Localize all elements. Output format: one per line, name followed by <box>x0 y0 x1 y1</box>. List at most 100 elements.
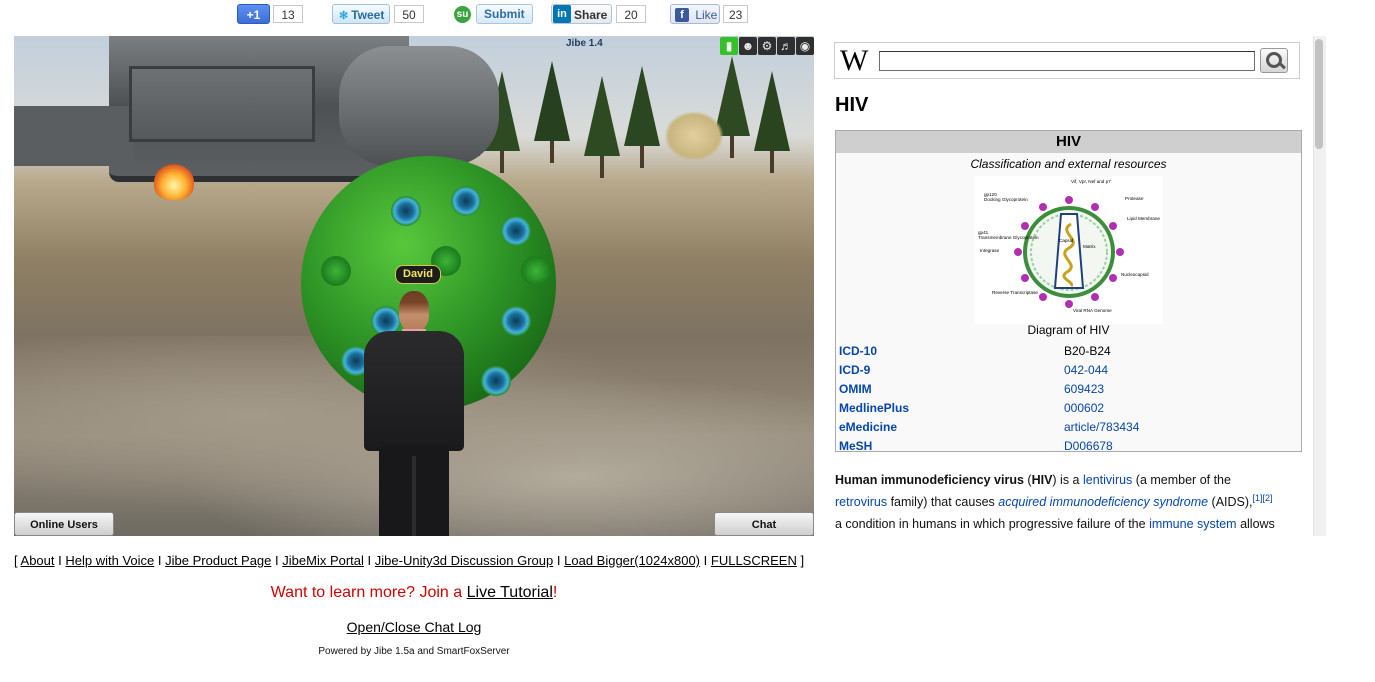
citation-link[interactable]: [1][2] <box>1253 493 1273 503</box>
link-about[interactable]: About <box>21 553 55 568</box>
infobox-value-link[interactable]: 042-044 <box>1064 361 1108 380</box>
avatar-head <box>399 291 429 331</box>
link-jibe-product-page[interactable]: Jibe Product Page <box>165 553 271 568</box>
link-aids[interactable]: acquired immunodeficiency syndrome <box>998 495 1208 509</box>
promo-text: Want to learn more? Join a <box>270 584 467 601</box>
search-icon[interactable] <box>1260 48 1288 73</box>
virus-knob <box>481 366 511 396</box>
para-text: family) that causes <box>887 495 999 509</box>
version-label: Jibe 1.4 <box>566 38 603 49</box>
chat-button[interactable]: Chat <box>714 512 814 536</box>
ship-panel <box>129 66 315 142</box>
social-bar: +1 13 ✻ Tweet 50 su Submit in Share 20 f Li… <box>0 4 800 26</box>
campfire <box>154 164 194 200</box>
para-text: ) is a <box>1052 473 1083 487</box>
tweet-label: Tweet <box>351 8 385 22</box>
linkedin-icon: in <box>553 5 571 23</box>
user-icon[interactable]: ☻ <box>739 37 757 55</box>
hud-toolbar: ▮ ☻ ⚙ ♬ ◉ <box>719 37 814 55</box>
diagram-label: Protease <box>1125 196 1144 201</box>
jibe-3d-viewport[interactable]: David Jibe 1.4 ▮ ☻ ⚙ ♬ ◉ Online Users Ch… <box>14 36 814 536</box>
link-retrovirus[interactable]: retrovirus <box>835 495 887 509</box>
diagram-label: Matrix <box>1083 244 1096 249</box>
para-text: (AIDS), <box>1208 495 1253 509</box>
live-tutorial-link[interactable]: Live Tutorial <box>467 584 553 601</box>
diagram-label: Viral RNA Genome <box>1073 308 1112 313</box>
link-immune-system[interactable]: immune system <box>1149 517 1237 531</box>
avatar-torso <box>364 331 464 451</box>
spaceship <box>14 36 499 182</box>
tree <box>534 61 570 163</box>
virus-knob <box>501 216 531 246</box>
infobox-key-link[interactable]: MeSH <box>839 437 872 456</box>
link-separator: I <box>556 553 561 568</box>
para-text: a condition in humans in which progressi… <box>835 517 1150 531</box>
facebook-icon: f <box>675 7 689 22</box>
infobox-value-link[interactable]: 000602 <box>1064 399 1104 418</box>
ship-engine <box>339 46 499 166</box>
chat-log-toggle-container: Open/Close Chat Log <box>14 619 814 635</box>
infobox-key-link[interactable]: MedlinePlus <box>839 399 909 418</box>
player-avatar[interactable] <box>364 286 464 536</box>
infobox-key-link[interactable]: eMedicine <box>839 418 897 437</box>
infobox-value-link[interactable]: article/783434 <box>1064 418 1139 437</box>
link-help-with-voice[interactable]: Help with Voice <box>65 553 154 568</box>
linkedin-label: Share <box>574 8 608 22</box>
footer-links: [ About I Help with Voice I Jibe Product… <box>14 553 814 568</box>
online-users-button[interactable]: Online Users <box>14 512 114 536</box>
virus-knob <box>521 256 551 286</box>
hiv-diagram[interactable]: Vif, Vpr, Nef and p7 gp120 Docking Glyco… <box>975 176 1163 324</box>
link-separator: I <box>367 553 372 568</box>
link-lentivirus[interactable]: lentivirus <box>1083 473 1132 487</box>
google-plus-button[interactable]: +1 <box>237 4 270 24</box>
twitter-bird-icon: ✻ <box>339 10 349 22</box>
tweet-button[interactable]: ✻ Tweet <box>332 4 390 24</box>
infobox-row: ICD-10 B20-B24 <box>839 342 1299 361</box>
link-fullscreen[interactable]: FULLSCREEN <box>711 553 797 568</box>
avatar-legs <box>379 446 449 536</box>
globe-icon[interactable]: ◉ <box>796 37 814 55</box>
tree <box>584 76 620 178</box>
link-discussion-group[interactable]: Jibe-Unity3d Discussion Group <box>375 553 553 568</box>
diagram-label: Nucleocapsid <box>1121 272 1149 277</box>
link-separator: I <box>703 553 708 568</box>
virus-knob <box>391 196 421 226</box>
infobox-row: eMedicine article/783434 <box>839 418 1299 437</box>
virus-knob <box>451 186 481 216</box>
tutorial-promo: Want to learn more? Join a Live Tutorial… <box>14 584 814 602</box>
promo-suffix: ! <box>552 584 558 601</box>
link-load-bigger[interactable]: Load Bigger(1024x800) <box>564 553 700 568</box>
linkedin-share-button[interactable]: in Share <box>551 4 612 24</box>
infobox-key-link[interactable]: ICD-9 <box>839 361 870 380</box>
infobox-key-link[interactable]: ICD-10 <box>839 342 877 361</box>
link-separator: I <box>58 553 62 568</box>
term-hiv-full: Human immunodeficiency virus <box>835 473 1024 487</box>
infobox-subheader: Classification and external resources <box>970 157 1167 171</box>
facebook-like-button[interactable]: f Like <box>670 4 720 24</box>
infobox-row: MeSH D006678 <box>839 437 1299 456</box>
diagram-label: Transmembrane Glycoprotein <box>978 235 1039 240</box>
wiki-scrollbar-thumb[interactable] <box>1315 39 1323 149</box>
tweet-count: 50 <box>394 5 424 23</box>
battery-icon[interactable]: ▮ <box>720 37 738 55</box>
para-text: allows <box>1236 517 1275 531</box>
diagram-label: Vif, Vpr, Nef and p7 <box>1071 179 1111 184</box>
infobox-value-link[interactable]: D006678 <box>1064 437 1113 456</box>
infobox-rows: ICD-10 B20-B24 ICD-9 042-044 OMIM 609423 Me… <box>839 342 1299 456</box>
link-jibemix-portal[interactable]: JibeMix Portal <box>282 553 364 568</box>
speaker-icon[interactable]: ♬ <box>777 37 795 55</box>
para-text: (a member of the <box>1132 473 1231 487</box>
infobox-key-link[interactable]: OMIM <box>839 380 872 399</box>
infobox-value-link[interactable]: 609423 <box>1064 380 1104 399</box>
diagram-label: Docking Glycoprotein <box>984 197 1028 202</box>
term-hiv: HIV <box>1031 473 1053 487</box>
infobox: HIV Classification and external resource… <box>835 130 1302 453</box>
ship-hull <box>14 106 134 166</box>
infobox-value: B20-B24 <box>1064 344 1111 358</box>
stumbleupon-submit-button[interactable]: su Submit <box>454 4 533 24</box>
chat-log-toggle-link[interactable]: Open/Close Chat Log <box>347 619 482 635</box>
wiki-search-input[interactable] <box>879 51 1255 71</box>
linkedin-count: 20 <box>616 5 646 23</box>
gear-icon[interactable]: ⚙ <box>758 37 776 55</box>
facebook-count: 23 <box>723 5 749 23</box>
